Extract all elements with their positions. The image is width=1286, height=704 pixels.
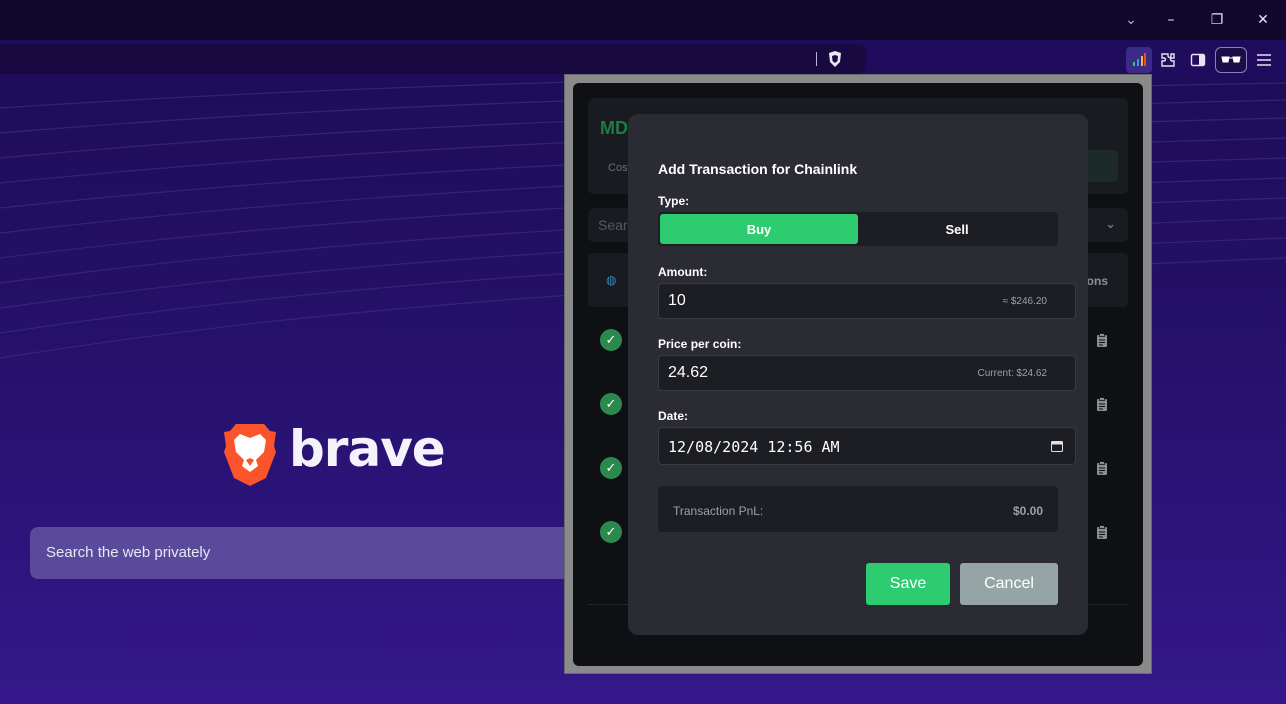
address-separator: [816, 52, 817, 66]
add-transaction-modal: Add Transaction for Chainlink Type: Buy …: [628, 114, 1088, 635]
crypto-extension-icon[interactable]: [1126, 47, 1152, 73]
clipboard-icon[interactable]: [1096, 461, 1108, 476]
sell-toggle-button[interactable]: Sell: [858, 214, 1056, 244]
save-button[interactable]: Save: [866, 563, 950, 605]
actions-column-header: ons: [1086, 274, 1108, 288]
restore-button[interactable]: ❐: [1205, 8, 1229, 32]
date-value: 12/08/2024 12:56 AM: [668, 438, 840, 456]
sidebar-icon[interactable]: [1185, 47, 1211, 73]
brave-wordmark: brave: [289, 420, 446, 478]
type-label: Type:: [658, 194, 690, 208]
clipboard-icon[interactable]: [1096, 333, 1108, 348]
tab-search-chevron-icon[interactable]: ⌄: [1119, 8, 1143, 32]
sort-dropdown-chevron-icon[interactable]: ⌄: [1105, 216, 1116, 232]
portfolio-title: MD: [600, 118, 628, 138]
close-button[interactable]: ✕: [1251, 8, 1275, 32]
globe-icon: ◍: [606, 273, 617, 287]
date-field[interactable]: 12/08/2024 12:56 AM: [658, 427, 1076, 465]
row-status-check-icon: ✓: [600, 457, 622, 479]
popup-search-placeholder: Sear: [598, 217, 628, 233]
price-value: 24.62: [668, 364, 709, 381]
pnl-label: Transaction PnL:: [673, 504, 764, 518]
price-field[interactable]: 24.62 Current: $24.62: [658, 355, 1076, 391]
search-input[interactable]: Search the web privately: [30, 527, 590, 579]
address-bar[interactable]: [0, 44, 866, 74]
browser-toolbar: [0, 40, 1286, 78]
title-bar: ⌄ – ❐ ✕: [0, 0, 1286, 40]
cancel-button[interactable]: Cancel: [960, 563, 1058, 605]
brave-shields-icon[interactable]: [826, 50, 844, 68]
modal-title: Add Transaction for Chainlink: [658, 161, 858, 177]
minimize-button[interactable]: –: [1159, 8, 1183, 32]
buy-toggle-button[interactable]: Buy: [660, 214, 858, 244]
menu-icon[interactable]: [1251, 47, 1277, 73]
brave-lion-logo: [224, 424, 276, 486]
amount-label: Amount:: [658, 265, 708, 279]
clipboard-icon[interactable]: [1096, 525, 1108, 540]
extensions-icon[interactable]: [1155, 47, 1181, 73]
calendar-icon[interactable]: [1051, 440, 1063, 452]
clipboard-icon[interactable]: [1096, 397, 1108, 412]
amount-field[interactable]: 10 ≈ $246.20: [658, 283, 1076, 319]
date-label: Date:: [658, 409, 689, 423]
row-status-check-icon: ✓: [600, 329, 622, 351]
pnl-value: $0.00: [1012, 504, 1043, 518]
row-status-check-icon: ✓: [600, 521, 622, 543]
private-glasses-icon[interactable]: [1215, 47, 1247, 73]
amount-value: 10: [668, 292, 686, 309]
price-label: Price per coin:: [658, 337, 742, 351]
row-status-check-icon: ✓: [600, 393, 622, 415]
current-price-hint: Current: $24.62: [977, 368, 1048, 379]
type-toggle: Buy Sell: [658, 212, 1058, 246]
amount-usd-estimate: ≈ $246.20: [1002, 296, 1047, 307]
transaction-pnl-box: Transaction PnL: $0.00: [658, 486, 1058, 532]
